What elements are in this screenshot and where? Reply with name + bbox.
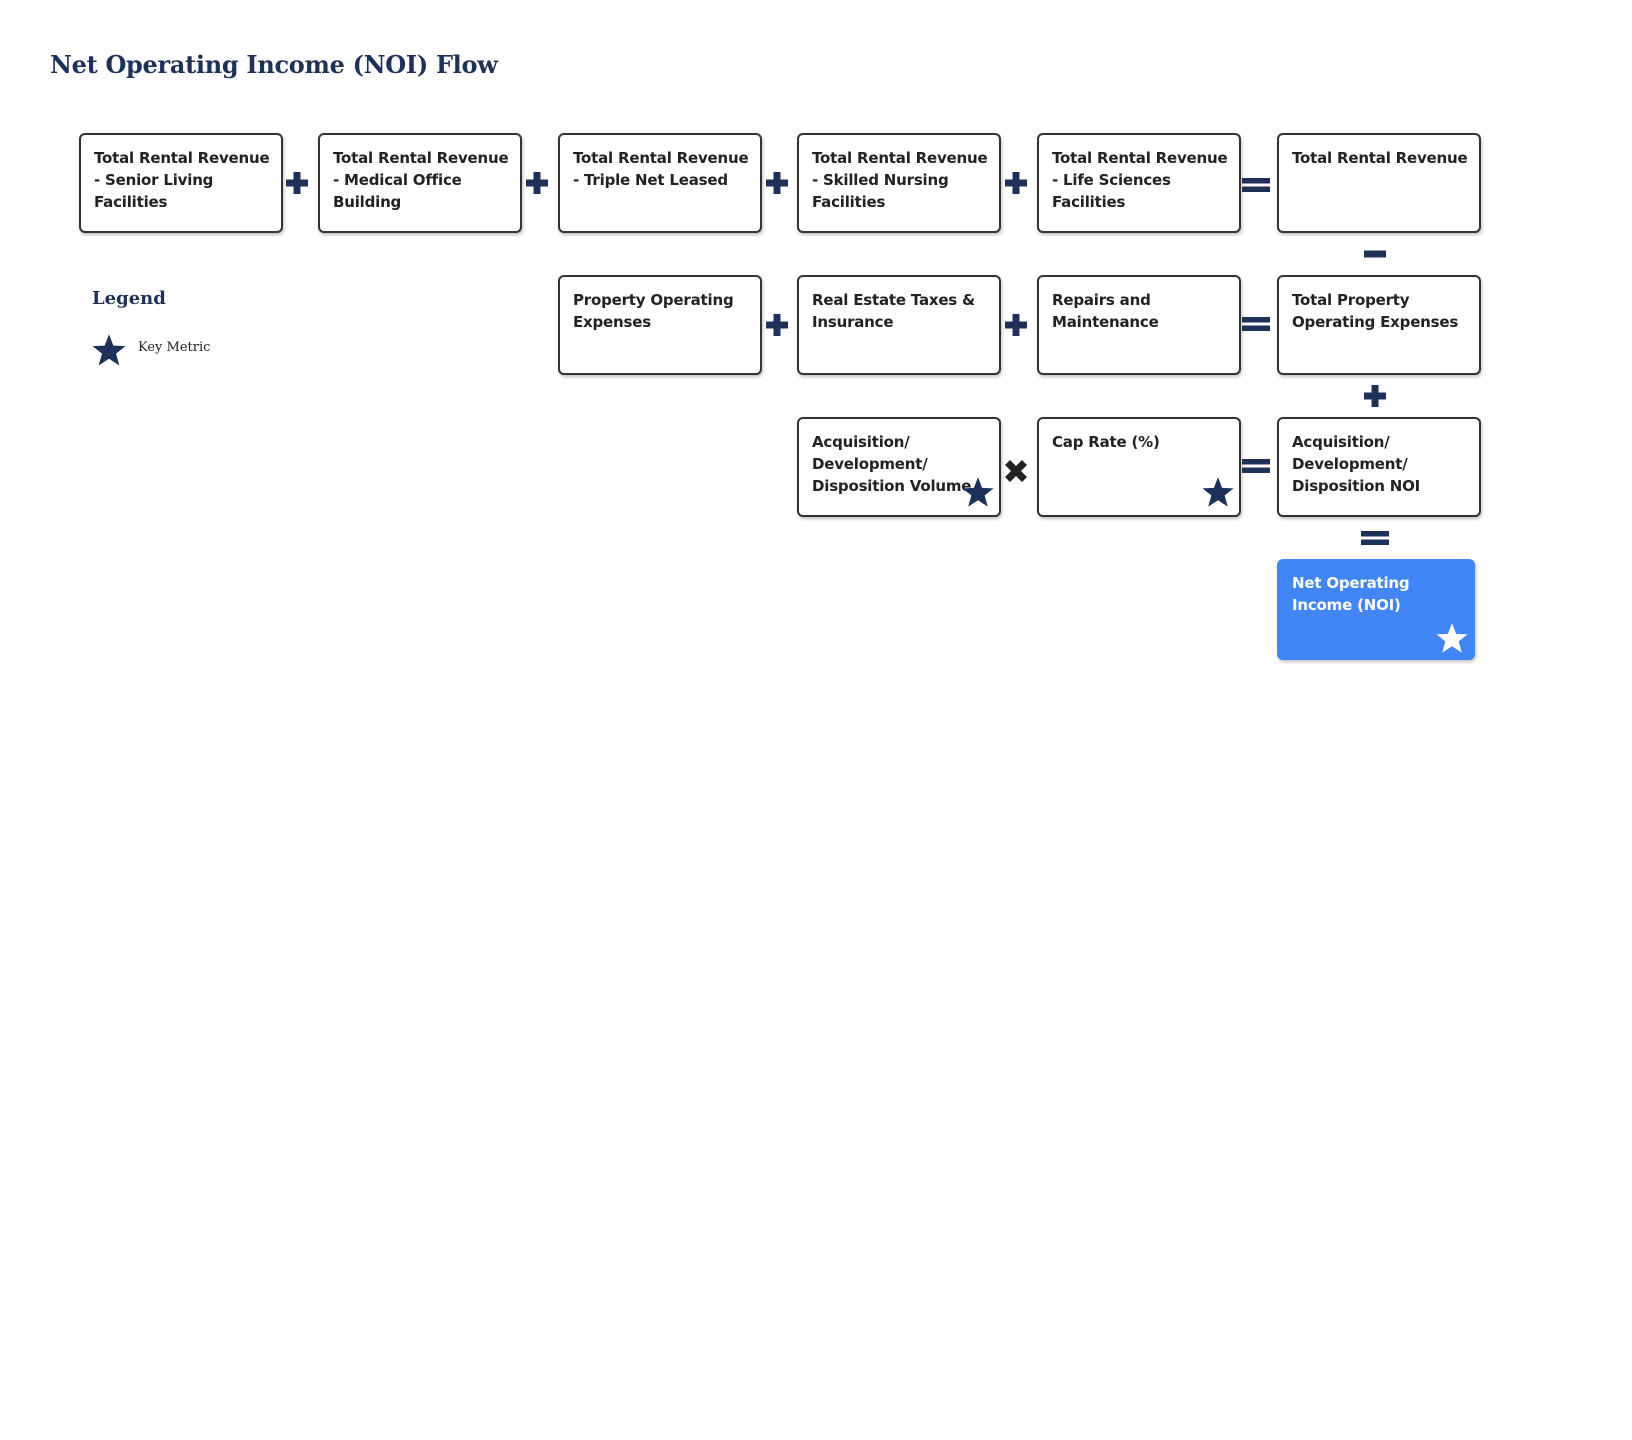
times-icon	[1001, 456, 1031, 486]
node-taxes[interactable]: Real Estate Taxes & Insurance	[797, 275, 1001, 375]
node-label: Total Rental Revenue - Life Sciences Fac…	[1052, 149, 1228, 211]
node-label: Total Rental Revenue - Skilled Nursing F…	[812, 149, 988, 211]
node-label: Property Operating Expenses	[573, 291, 734, 331]
node-label: Net Operating Income (NOI)	[1292, 574, 1410, 614]
plus-icon	[762, 168, 792, 198]
node-rev-life[interactable]: Total Rental Revenue - Life Sciences Fac…	[1037, 133, 1241, 233]
node-opex-total[interactable]: Total Property Operating Expenses	[1277, 275, 1481, 375]
plus-icon	[1001, 168, 1031, 198]
star-icon	[1435, 621, 1469, 655]
equals-icon	[1360, 523, 1390, 553]
star-icon	[1201, 475, 1235, 509]
legend-title: Legend	[92, 288, 166, 309]
node-label: Total Rental Revenue - Senior Living Fac…	[94, 149, 270, 211]
node-rev-snf[interactable]: Total Rental Revenue - Skilled Nursing F…	[797, 133, 1001, 233]
plus-icon	[1001, 310, 1031, 340]
node-label: Total Property Operating Expenses	[1292, 291, 1459, 331]
node-label: Total Rental Revenue - Medical Office Bu…	[333, 149, 509, 211]
node-label: Acquisition/ Development/ Disposition NO…	[1292, 433, 1421, 495]
node-opex[interactable]: Property Operating Expenses	[558, 275, 762, 375]
node-label: Total Rental Revenue	[1292, 149, 1468, 167]
star-icon	[91, 332, 127, 368]
node-rev-nnn[interactable]: Total Rental Revenue - Triple Net Leased	[558, 133, 762, 233]
node-label: Repairs and Maintenance	[1052, 291, 1159, 331]
node-repairs[interactable]: Repairs and Maintenance	[1037, 275, 1241, 375]
legend-label-key-metric: Key Metric	[138, 340, 211, 355]
page-title: Net Operating Income (NOI) Flow	[50, 50, 498, 79]
node-label: Total Rental Revenue - Triple Net Leased	[573, 149, 749, 189]
star-icon	[961, 475, 995, 509]
plus-icon	[522, 168, 552, 198]
node-label: Cap Rate (%)	[1052, 433, 1160, 451]
node-add-noi[interactable]: Acquisition/ Development/ Disposition NO…	[1277, 417, 1481, 517]
node-cap-rate[interactable]: Cap Rate (%)	[1037, 417, 1241, 517]
equals-icon	[1241, 451, 1271, 481]
minus-icon	[1360, 239, 1390, 269]
equals-icon	[1241, 309, 1271, 339]
node-rev-senior[interactable]: Total Rental Revenue - Senior Living Fac…	[79, 133, 283, 233]
node-rev-mob[interactable]: Total Rental Revenue - Medical Office Bu…	[318, 133, 522, 233]
equals-icon	[1241, 170, 1271, 200]
node-noi[interactable]: Net Operating Income (NOI)	[1277, 559, 1475, 660]
plus-icon	[282, 168, 312, 198]
node-add-volume[interactable]: Acquisition/ Development/ Disposition Vo…	[797, 417, 1001, 517]
plus-icon	[762, 310, 792, 340]
node-rev-total[interactable]: Total Rental Revenue	[1277, 133, 1481, 233]
node-label: Real Estate Taxes & Insurance	[812, 291, 975, 331]
plus-icon	[1360, 381, 1390, 411]
